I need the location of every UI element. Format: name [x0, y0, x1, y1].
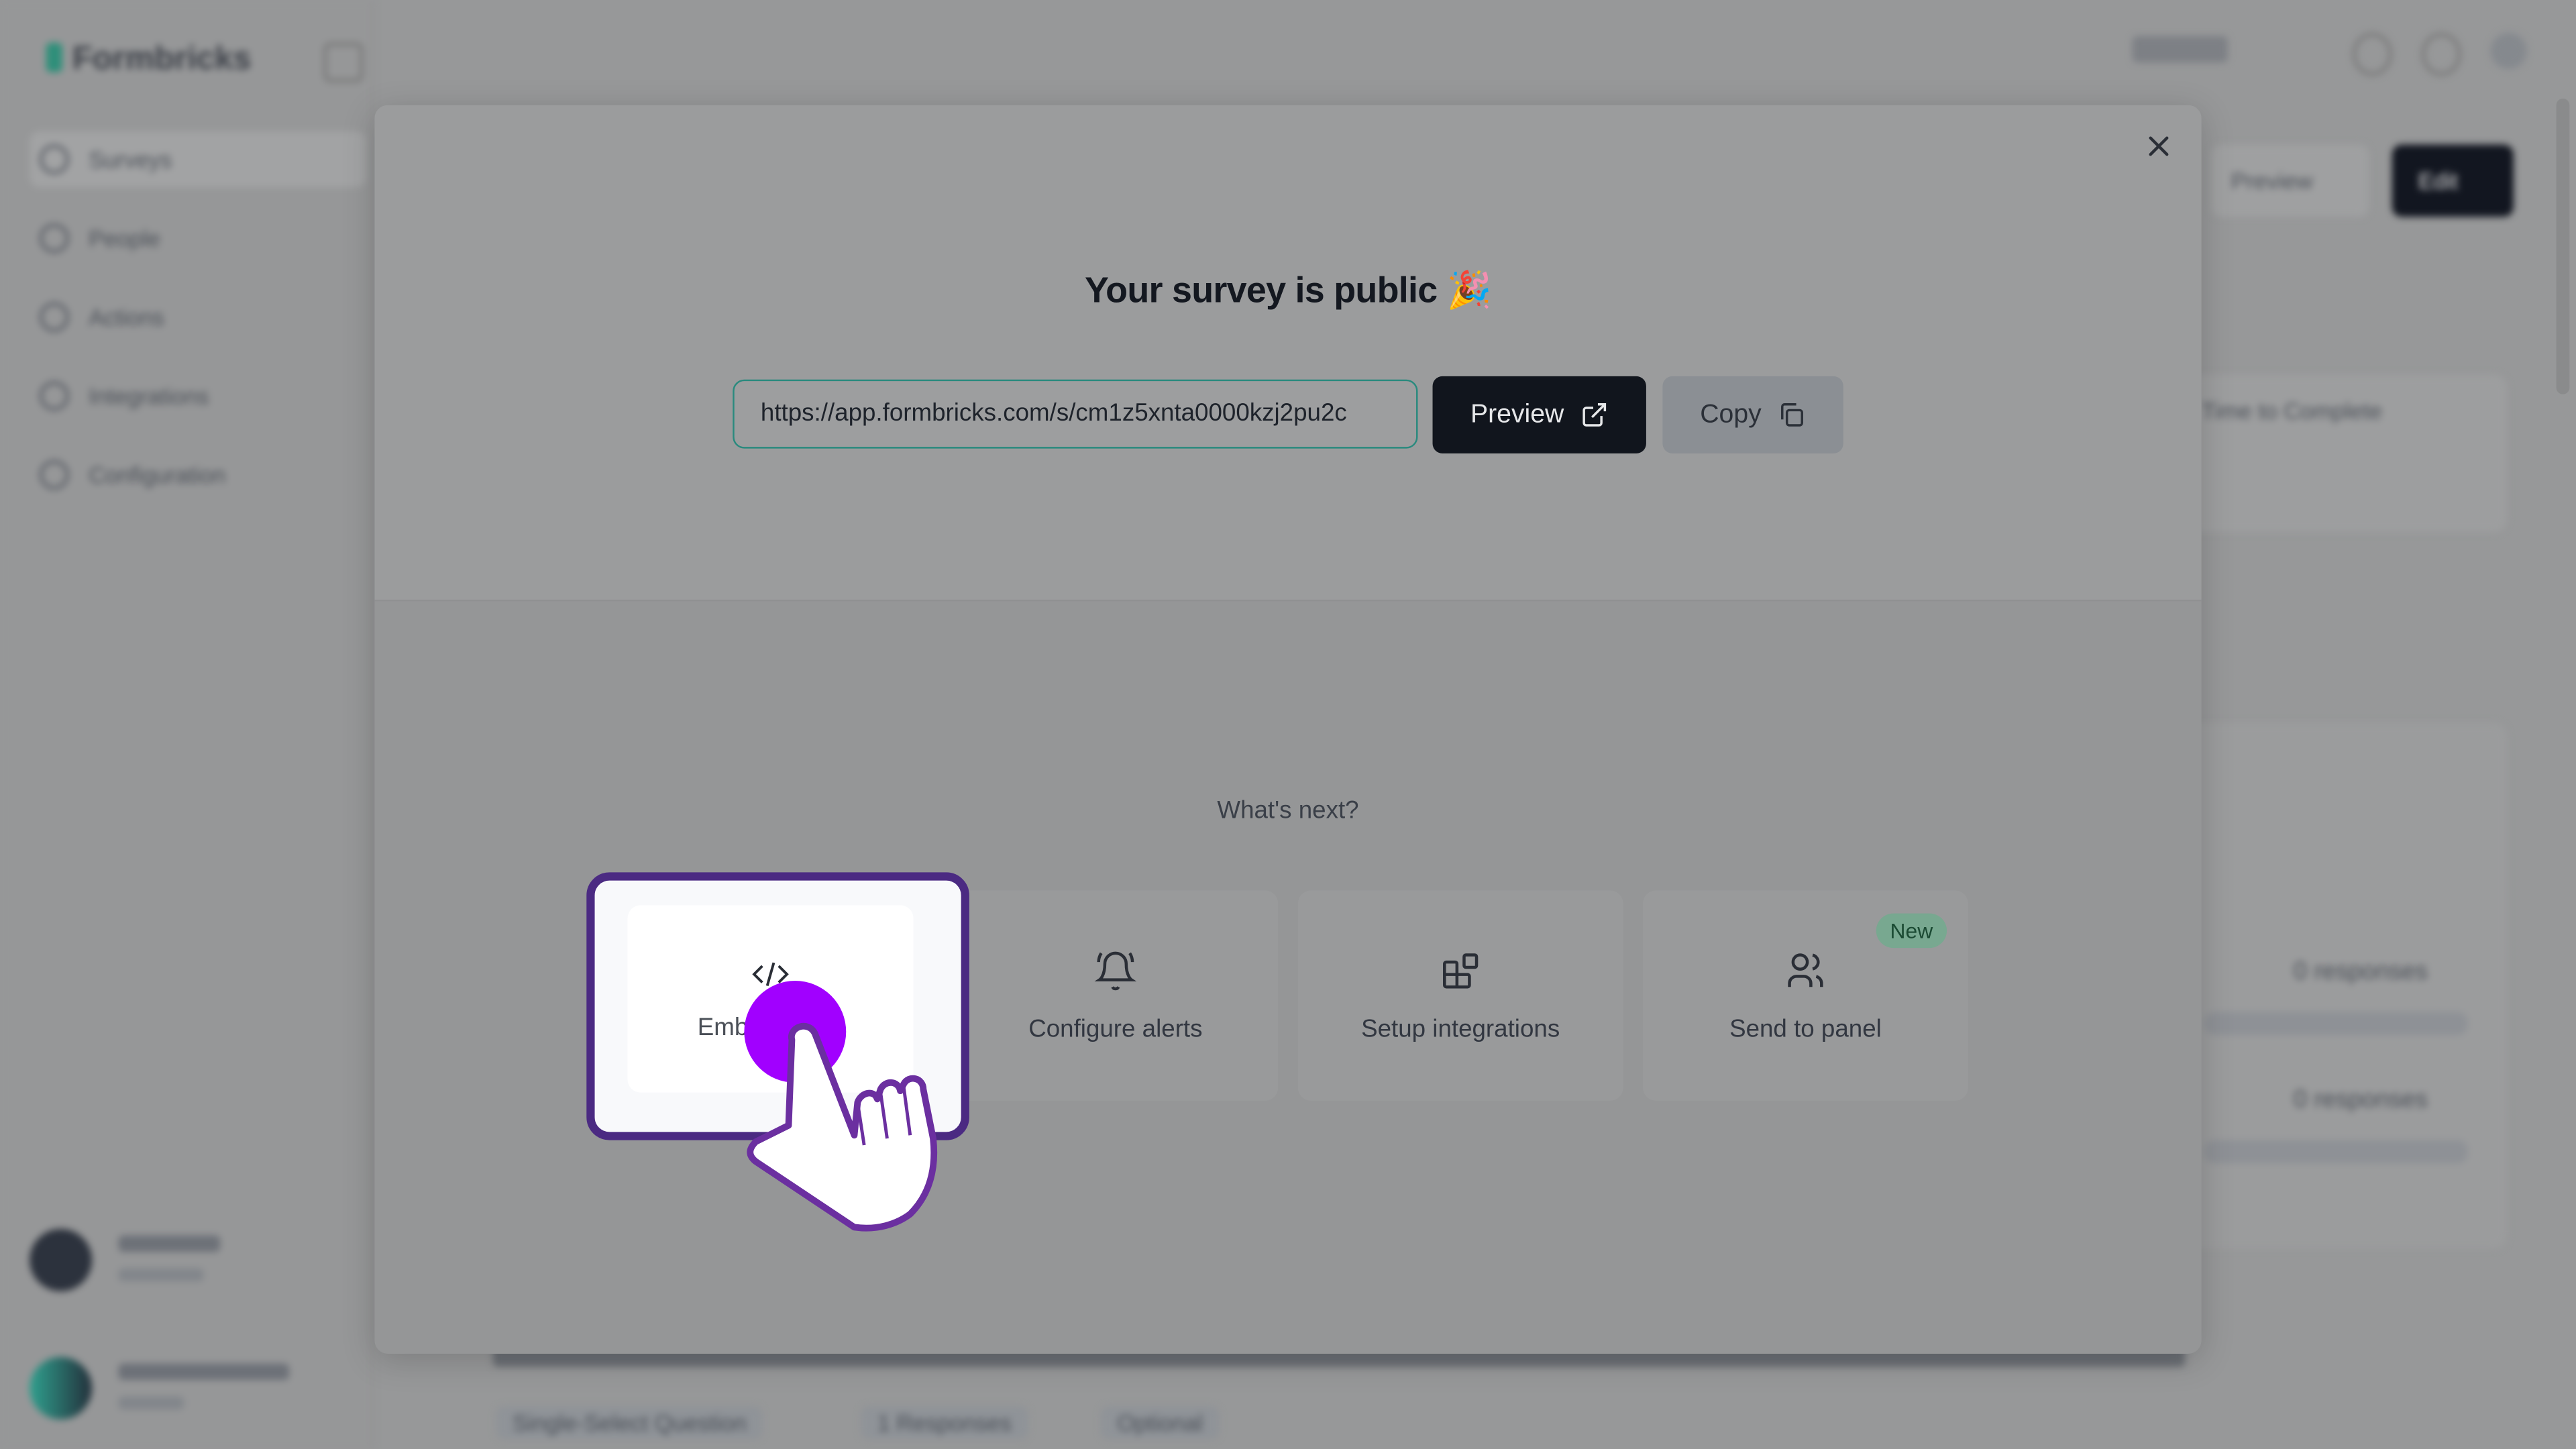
user-icon [39, 223, 69, 254]
question-type-tag: Single-Select Question [496, 1406, 763, 1440]
question-optional-tag: Optional [1100, 1406, 1220, 1440]
logo-icon [46, 42, 63, 72]
sidebar: Formbricks Surveys People Actions Integr… [0, 0, 373, 1449]
bg-preview-button[interactable]: Preview [2211, 144, 2369, 217]
stat-label: Time to Complete [2201, 397, 2382, 424]
gear-icon [39, 460, 69, 490]
env-label [2132, 36, 2228, 63]
stat-card: Time to Complete [2178, 374, 2508, 533]
nav-label: Configuration [89, 462, 226, 488]
sidebar-item-actions[interactable]: Actions [30, 289, 366, 345]
screen: Formbricks Surveys People Actions Integr… [0, 0, 2576, 1449]
setup-integrations-card[interactable]: Setup integrations [1297, 890, 1623, 1101]
sidebar-item-surveys[interactable]: Surveys [30, 131, 367, 188]
nav-label: People [89, 225, 161, 252]
card-label: Configure alerts [1028, 1014, 1203, 1042]
sidebar-toggle[interactable] [323, 42, 364, 83]
pointer-icon [39, 302, 69, 332]
scrollbar[interactable] [2556, 98, 2570, 394]
sidebar-item-integrations[interactable]: Integrations [30, 368, 366, 424]
environment-type [118, 1268, 204, 1282]
preview-button[interactable]: Preview [1432, 376, 1646, 453]
user-name [118, 1363, 290, 1381]
new-badge: New [1876, 913, 1947, 949]
nav-label: Actions [89, 304, 164, 331]
profile-icon[interactable] [2490, 32, 2527, 69]
survey-icon [39, 144, 69, 174]
settings-icon[interactable] [2421, 32, 2461, 76]
modal-header-section [374, 105, 2202, 602]
app-name: Formbricks [72, 41, 252, 78]
user-avatar[interactable] [30, 1356, 93, 1419]
users-icon [1788, 953, 1823, 987]
copy-button[interactable]: Copy [1662, 376, 1843, 453]
share-modal: Your survey is public 🎉 https://app.form… [374, 105, 2202, 1354]
question-responses-tag: 1 Responses [861, 1406, 1028, 1440]
copy-icon [1781, 403, 1804, 427]
bg-edit-button[interactable]: Edit [2392, 144, 2514, 217]
bell-icon [1094, 951, 1137, 990]
card-label: Send to panel [1729, 1014, 1882, 1042]
response-bar [2204, 1012, 2468, 1035]
sidebar-item-configuration[interactable]: Configuration [30, 447, 366, 502]
responses-count: 0 responses [2293, 957, 2428, 986]
card-label: Setup integrations [1361, 1014, 1560, 1042]
nav-label: Surveys [89, 146, 172, 173]
environment-name [118, 1235, 221, 1252]
preview-label: Preview [1470, 400, 1564, 428]
response-bar [2204, 1140, 2468, 1163]
integration-icon [39, 381, 69, 411]
whats-next-label: What's next? [1217, 796, 1359, 825]
responses-count: 0 responses [2293, 1085, 2428, 1114]
environment-avatar[interactable] [30, 1228, 93, 1291]
nav-label: Integrations [89, 382, 209, 409]
close-icon[interactable] [2144, 131, 2174, 161]
help-icon[interactable] [2352, 32, 2392, 76]
survey-url-input[interactable]: https://app.formbricks.com/s/cm1z5xnta00… [733, 379, 1418, 449]
blocks-icon [1443, 953, 1479, 988]
user-role [118, 1396, 184, 1410]
pointing-hand-icon [747, 1023, 938, 1232]
sidebar-item-people[interactable]: People [30, 210, 366, 266]
modal-title: Your survey is public 🎉 [1084, 269, 1492, 311]
external-link-icon [1582, 403, 1606, 427]
copy-label: Copy [1700, 400, 1762, 428]
